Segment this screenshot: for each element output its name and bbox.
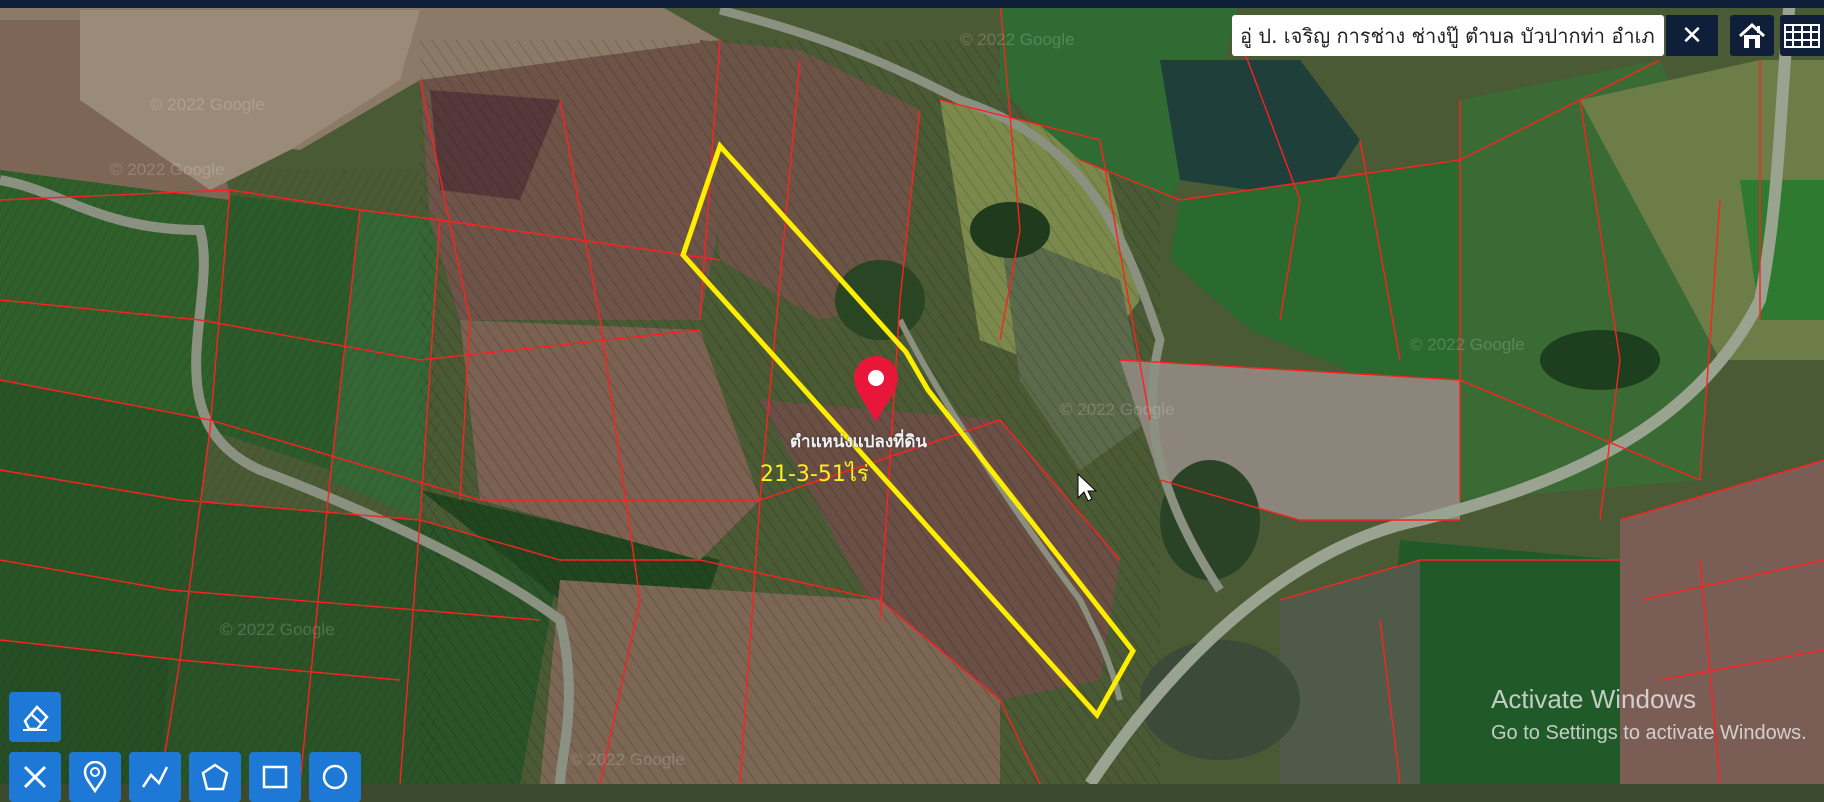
map-copyright: © 2022 Google bbox=[1060, 400, 1175, 419]
tree-cluster bbox=[1160, 460, 1260, 580]
area-label: 21-3-51ไร่ bbox=[760, 462, 869, 487]
tree-cluster bbox=[835, 260, 925, 340]
close-icon: ✕ bbox=[1681, 20, 1703, 51]
search-box[interactable] bbox=[1232, 15, 1664, 56]
polyline-icon bbox=[141, 766, 169, 788]
measure-icon bbox=[23, 765, 47, 789]
rectangle-button[interactable] bbox=[249, 752, 301, 802]
rectangle-icon bbox=[262, 765, 288, 789]
activate-windows-subtitle: Go to Settings to activate Windows. bbox=[1491, 722, 1807, 744]
tree-cluster bbox=[1540, 330, 1660, 390]
home-button[interactable] bbox=[1730, 15, 1774, 56]
polyline-button[interactable] bbox=[129, 752, 181, 802]
circle-button[interactable] bbox=[309, 752, 361, 802]
eraser-icon bbox=[23, 705, 49, 731]
map-copyright: © 2022 Google bbox=[1410, 335, 1525, 354]
map-copyright: © 2022 Google bbox=[960, 30, 1075, 49]
pin-button[interactable] bbox=[69, 752, 121, 802]
tree-cluster bbox=[970, 202, 1050, 258]
map-copyright: © 2022 Google bbox=[110, 160, 225, 179]
polygon-button[interactable] bbox=[189, 752, 241, 802]
home-icon bbox=[1738, 22, 1766, 48]
top-bar bbox=[0, 0, 1824, 8]
polygon-icon bbox=[201, 763, 229, 791]
eraser-button[interactable] bbox=[9, 692, 61, 742]
clear-search-button[interactable]: ✕ bbox=[1666, 15, 1718, 56]
grid-icon bbox=[1784, 23, 1820, 48]
search-input[interactable] bbox=[1232, 23, 1664, 48]
map-copyright: © 2022 Google bbox=[220, 620, 335, 639]
measure-button[interactable] bbox=[9, 752, 61, 802]
map-canvas[interactable] bbox=[0, 0, 1824, 784]
village bbox=[1140, 640, 1300, 760]
activate-windows-title: Activate Windows bbox=[1491, 684, 1697, 714]
circle-icon bbox=[322, 764, 348, 790]
layers-grid-button[interactable] bbox=[1780, 15, 1824, 56]
marker-label: ตำแหน่งแปลงที่ดิน bbox=[790, 432, 928, 452]
pin-icon bbox=[83, 761, 107, 793]
map-copyright: © 2022 Google bbox=[570, 750, 685, 769]
map-copyright: © 2022 Google bbox=[150, 95, 265, 114]
